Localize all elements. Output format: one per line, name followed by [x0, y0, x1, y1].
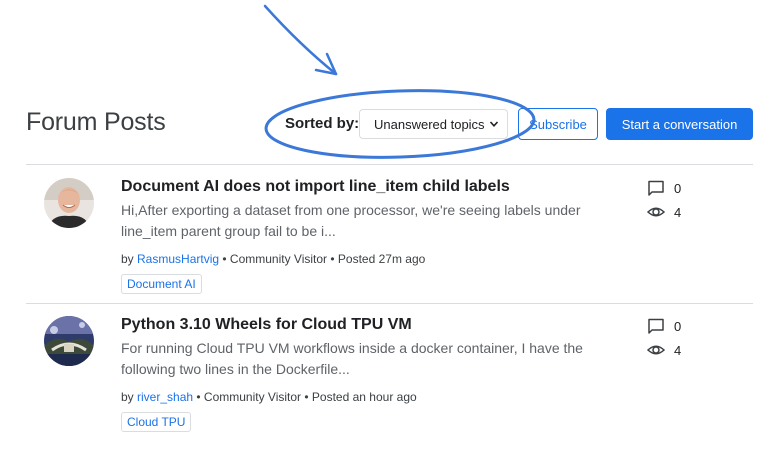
comment-icon	[648, 180, 664, 196]
post-snippet: Hi,After exporting a dataset from one pr…	[121, 202, 581, 239]
annotation-arrow	[263, 4, 338, 76]
reply-count: 0	[647, 317, 681, 335]
post-title[interactable]: Python 3.10 Wheels for Cloud TPU VM	[121, 316, 412, 334]
eye-icon	[647, 207, 665, 217]
sort-select[interactable]: Unanswered topics	[359, 109, 508, 139]
annotation-arrowhead	[314, 52, 338, 76]
divider	[26, 164, 753, 165]
eye-icon	[647, 345, 665, 355]
meta-details: • Community Visitor • Posted 27m ago	[219, 252, 426, 266]
view-count: 4	[647, 203, 681, 221]
post-snippet: For running Cloud TPU VM workflows insid…	[121, 340, 583, 377]
page-title: Forum Posts	[26, 108, 166, 136]
avatar[interactable]	[44, 316, 94, 366]
view-count-value: 4	[674, 342, 682, 358]
divider	[26, 303, 753, 304]
start-conversation-button[interactable]: Start a conversation	[606, 108, 753, 140]
author-link[interactable]: river_shah	[137, 390, 193, 404]
view-count-value: 4	[674, 204, 682, 220]
reply-count-value: 0	[674, 180, 682, 196]
post-title[interactable]: Document AI does not import line_item ch…	[121, 178, 510, 196]
reply-count: 0	[647, 179, 681, 197]
chevron-down-icon	[489, 121, 499, 127]
sort-label: Sorted by:	[285, 115, 360, 132]
meta-by: by	[121, 252, 138, 266]
reply-count-value: 0	[674, 318, 682, 334]
topic-tag[interactable]: Cloud TPU	[121, 412, 192, 432]
topic-tag[interactable]: Document AI	[121, 274, 202, 294]
author-link[interactable]: RasmusHartvig	[137, 252, 219, 266]
view-count: 4	[647, 341, 681, 359]
comment-icon	[648, 318, 664, 334]
post-meta: by river_shah • Community Visitor • Post…	[121, 390, 417, 404]
avatar[interactable]	[44, 178, 94, 228]
subscribe-button[interactable]: Subscribe	[518, 108, 598, 140]
post-meta: by RasmusHartvig • Community Visitor • P…	[121, 252, 425, 266]
meta-details: • Community Visitor • Posted an hour ago	[193, 390, 417, 404]
sort-select-value: Unanswered topics	[374, 116, 485, 132]
meta-by: by	[121, 390, 138, 404]
